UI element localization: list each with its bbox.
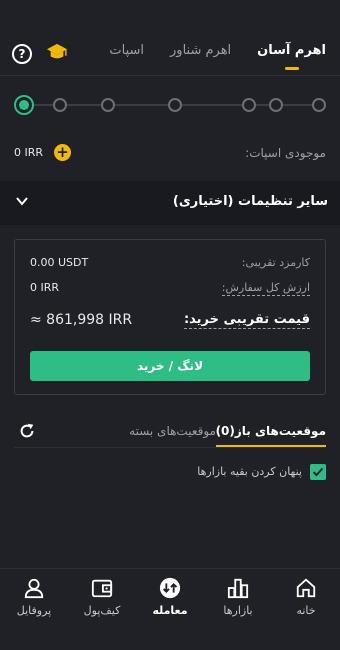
nav-home-label: خانه: [296, 604, 316, 617]
graduation-cap-icon[interactable]: [46, 42, 68, 62]
trade-swap-icon: [159, 577, 181, 599]
order-summary-card: 0.00 USDT کارمزد تقریبی: 0 IRR ارزش کل س…: [14, 239, 326, 395]
slider-step[interactable]: [168, 98, 182, 112]
hide-other-markets-row[interactable]: پنهان کردن بقیه بازارها: [14, 464, 326, 482]
slider-step[interactable]: [101, 98, 115, 112]
tab-open-positions[interactable]: موقعیت‌های باز(0): [215, 424, 327, 447]
fee-value: 0.00 USDT: [30, 256, 89, 269]
markets-chart-icon: [227, 578, 249, 599]
bottom-navigation: خانه بازارها معامله کیف‌پول پروفایل: [0, 568, 340, 650]
tab-easy-leverage[interactable]: اهرم آسان: [257, 43, 326, 58]
settings-label: سایر تنظیمات (اختیاری): [172, 194, 328, 209]
slider-step[interactable]: [242, 98, 256, 112]
slider-step[interactable]: [53, 98, 67, 112]
tab-closed-positions[interactable]: موقعیت‌های بسته: [129, 424, 216, 438]
help-icon[interactable]: ?: [12, 44, 32, 64]
home-icon: [296, 578, 316, 598]
slider-knob[interactable]: [14, 95, 34, 115]
top-bar: ? اسپات اهرم شناور اهرم آسان: [0, 0, 340, 76]
tab-spot[interactable]: اسپات: [109, 43, 144, 58]
slider-step[interactable]: [269, 98, 283, 112]
nav-trade-label: معامله: [152, 604, 188, 617]
nav-profile[interactable]: پروفایل: [4, 577, 64, 617]
leverage-slider[interactable]: [14, 95, 326, 115]
slider-step[interactable]: [312, 98, 326, 112]
chevron-down-icon: [16, 197, 28, 206]
long-buy-button[interactable]: لانگ / خرید: [30, 351, 310, 381]
nav-markets-label: بازارها: [223, 604, 253, 617]
total-label[interactable]: ارزش کل سفارش:: [221, 281, 310, 296]
nav-trade[interactable]: معامله: [140, 577, 200, 617]
nav-profile-label: پروفایل: [16, 604, 52, 617]
fee-label: کارمزد تقریبی:: [241, 256, 310, 269]
hide-other-markets-label: پنهان کردن بقیه بازارها: [197, 465, 302, 478]
balance-value: 0 IRR: [14, 146, 44, 159]
balance-label: موجودی اسپات:: [245, 146, 326, 160]
price-label[interactable]: قیمت تقریبی خرید:: [183, 312, 310, 329]
wallet-icon: [91, 579, 113, 598]
total-value: 0 IRR: [30, 281, 60, 294]
profile-icon: [24, 578, 44, 599]
tab-margin[interactable]: اهرم شناور: [170, 43, 231, 58]
add-funds-button[interactable]: +: [54, 144, 71, 161]
optional-settings-toggle[interactable]: سایر تنظیمات (اختیاری): [0, 181, 340, 225]
nav-markets[interactable]: بازارها: [208, 577, 268, 617]
positions-tabs: موقعیت‌های بسته موقعیت‌های باز(0): [14, 418, 327, 448]
nav-home[interactable]: خانه: [276, 577, 336, 617]
nav-wallet[interactable]: کیف‌پول: [72, 577, 132, 617]
nav-wallet-label: کیف‌پول: [83, 604, 121, 617]
refresh-icon[interactable]: [18, 422, 36, 440]
checkbox-checked-icon[interactable]: [310, 464, 326, 480]
trade-mode-tabs: اسپات اهرم شناور اهرم آسان: [109, 43, 326, 58]
price-value: ≈ 861,998 IRR: [30, 312, 133, 328]
spot-balance-row: 0 IRR + موجودی اسپات:: [14, 144, 326, 164]
